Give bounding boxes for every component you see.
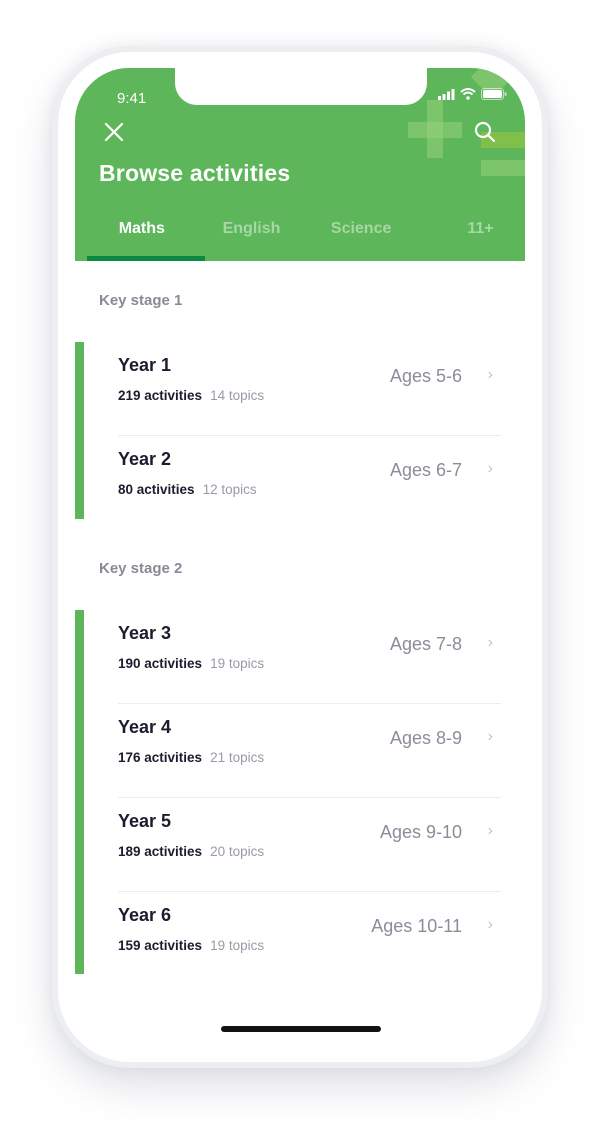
item-title: Year 3: [118, 623, 172, 643]
header: 9:41 Browse activities Maths English Sci…: [75, 68, 525, 261]
topic-count: 21 topics: [210, 750, 265, 765]
item-title: Year 2: [118, 449, 172, 469]
notch: [175, 68, 427, 105]
section-label-key-stage-1: Key stage 1: [99, 292, 183, 309]
activity-count: 80 activities: [118, 482, 195, 497]
chevron-right-icon: ›: [487, 916, 493, 933]
close-icon: [104, 122, 124, 142]
section-label-key-stage-2: Key stage 2: [99, 560, 183, 577]
chevron-right-icon: ›: [487, 634, 493, 651]
topic-count: 20 topics: [210, 844, 265, 859]
key-stage-1-list: Year 1 219 activities 14 topics Ages 5-6 …: [75, 342, 525, 519]
chevron-right-icon: ›: [487, 460, 493, 477]
list-item-year-5[interactable]: Year 5 189 activities 20 topics Ages 9-10…: [75, 798, 525, 892]
equals-decoration-icon: [481, 160, 525, 176]
status-icons: [438, 88, 507, 100]
list-item-year-3[interactable]: Year 3 190 activities 19 topics Ages 7-8 …: [75, 610, 525, 704]
signal-icon: [438, 88, 455, 100]
search-button[interactable]: [473, 120, 497, 144]
home-indicator[interactable]: [221, 1026, 381, 1032]
item-meta: 159 activities 19 topics: [118, 938, 264, 953]
status-time: 9:41: [117, 90, 147, 107]
activity-count: 159 activities: [118, 938, 203, 953]
search-icon: [474, 121, 496, 143]
age-range: Ages 7-8: [389, 634, 462, 654]
subject-tabs: Maths English Science 11+: [87, 214, 513, 261]
tab-11-plus[interactable]: 11+: [448, 214, 513, 261]
topic-count: 19 topics: [210, 656, 265, 671]
activity-count: 189 activities: [118, 844, 203, 859]
activity-count: 190 activities: [118, 656, 203, 671]
list-item-year-1[interactable]: Year 1 219 activities 14 topics Ages 5-6 …: [75, 342, 525, 436]
age-range: Ages 6-7: [389, 460, 462, 480]
item-meta: 219 activities 14 topics: [118, 388, 264, 403]
topic-count: 12 topics: [202, 482, 257, 497]
item-title: Year 4: [118, 717, 172, 737]
activity-count: 176 activities: [118, 750, 203, 765]
page-title: Browse activities: [99, 160, 291, 186]
chevron-right-icon: ›: [487, 822, 493, 839]
app-screen: 9:41 Browse activities Maths English Sci…: [75, 68, 525, 1048]
item-meta: 80 activities 12 topics: [118, 482, 257, 497]
plus-decoration-icon: [408, 122, 462, 138]
wifi-icon: [460, 88, 476, 100]
chevron-right-icon: ›: [487, 728, 493, 745]
topic-count: 19 topics: [210, 938, 265, 953]
close-button[interactable]: [102, 120, 126, 144]
tab-english[interactable]: English: [197, 214, 307, 261]
item-meta: 189 activities 20 topics: [118, 844, 264, 859]
age-range: Ages 9-10: [379, 822, 462, 842]
list-item-year-4[interactable]: Year 4 176 activities 21 topics Ages 8-9 …: [75, 704, 525, 798]
tab-maths[interactable]: Maths: [87, 214, 205, 261]
list-item-year-2[interactable]: Year 2 80 activities 12 topics Ages 6-7 ›: [75, 436, 525, 519]
item-title: Year 1: [118, 355, 172, 375]
battery-icon: [481, 88, 507, 100]
tab-science[interactable]: Science: [306, 214, 416, 261]
item-meta: 176 activities 21 topics: [118, 750, 264, 765]
activity-count: 219 activities: [118, 388, 203, 403]
topic-count: 14 topics: [210, 388, 265, 403]
age-range: Ages 8-9: [389, 728, 462, 748]
item-title: Year 5: [118, 811, 172, 831]
age-range: Ages 5-6: [389, 366, 462, 386]
list-item-year-6[interactable]: Year 6 159 activities 19 topics Ages 10-1…: [75, 892, 525, 974]
age-range: Ages 10-11: [371, 916, 462, 936]
item-title: Year 6: [118, 905, 172, 925]
chevron-right-icon: ›: [487, 366, 493, 383]
key-stage-2-list: Year 3 190 activities 19 topics Ages 7-8 …: [75, 610, 525, 974]
item-meta: 190 activities 19 topics: [118, 656, 264, 671]
